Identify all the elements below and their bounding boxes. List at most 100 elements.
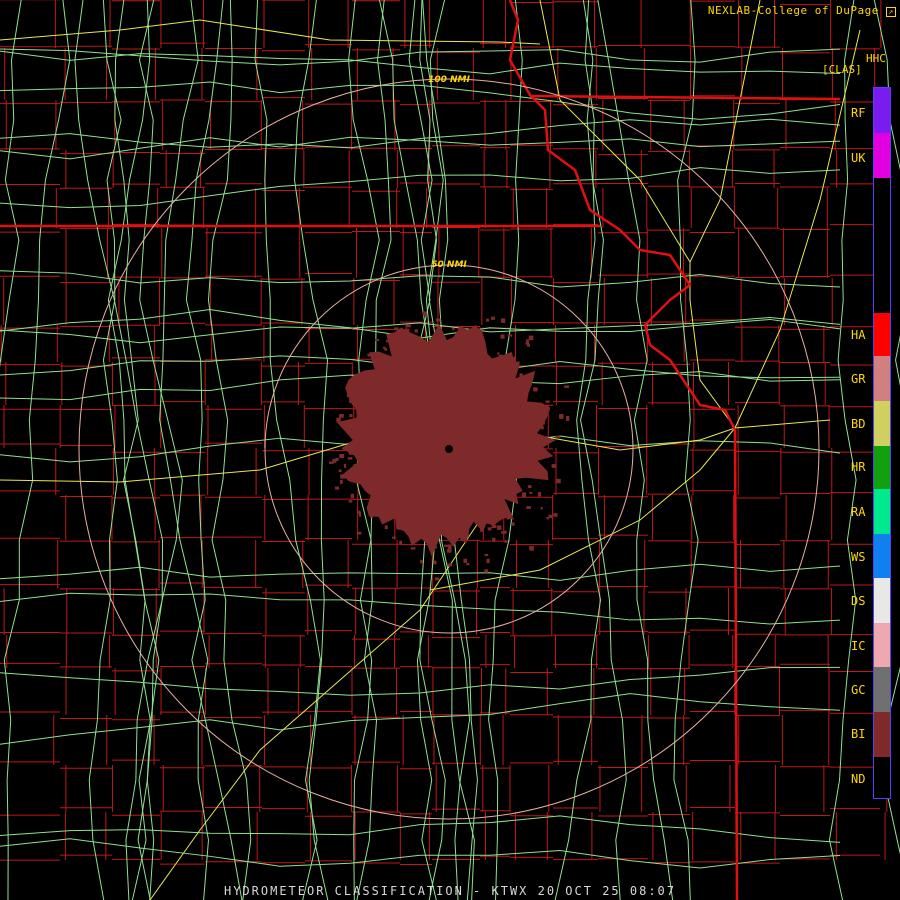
echo-speckle <box>356 531 362 535</box>
echo-speckle <box>370 511 374 515</box>
radar-map[interactable]: 50 NMI 100 NMI <box>0 0 900 900</box>
highway-top <box>0 19 541 45</box>
echo-speckle <box>375 339 380 342</box>
legend-label-ds: DS <box>851 594 866 608</box>
echo-speckle <box>381 356 386 360</box>
echo-speckle <box>394 327 399 331</box>
legend-label-hr: HR <box>851 460 866 474</box>
echo-speckle <box>500 531 504 534</box>
echo-speckle <box>444 544 449 547</box>
legend-label-ws: WS <box>851 550 866 564</box>
echo-speckle <box>542 419 545 425</box>
echo-speckle <box>433 545 437 549</box>
echo-speckle <box>464 533 469 538</box>
echo-speckle <box>497 352 500 355</box>
echo-speckle <box>513 362 518 366</box>
echo-speckle <box>538 491 542 497</box>
minor-road <box>0 666 841 696</box>
minor-road <box>828 0 857 900</box>
minor-road <box>597 0 674 900</box>
product-code: HHC <box>866 52 886 65</box>
echo-speckle <box>385 339 390 343</box>
range-ring-100-label: 100 NMI <box>428 75 470 85</box>
echo-speckle <box>410 547 416 550</box>
legend-swatch-bd <box>874 401 890 446</box>
echo-speckle <box>447 563 453 567</box>
echo-speckle <box>392 536 396 539</box>
echo-speckle <box>491 316 495 320</box>
echo-speckle <box>499 368 502 374</box>
legend-label-uk: UK <box>851 151 866 165</box>
echo-speckle <box>486 359 490 365</box>
echo-speckle <box>370 515 374 518</box>
legend-label-bi: BI <box>851 727 866 741</box>
echo-speckle <box>472 327 475 331</box>
legend-label-gc: GC <box>851 683 866 697</box>
echo-speckle <box>446 549 452 553</box>
legend-swatch-rf <box>874 88 890 133</box>
echo-speckle <box>434 341 437 346</box>
echo-speckle <box>478 341 482 347</box>
echo-speckle <box>424 341 429 346</box>
minor-road <box>3 0 71 900</box>
state-line-ne-ia <box>529 94 841 101</box>
echo-speckle <box>343 463 347 468</box>
echo-speckle <box>530 452 534 455</box>
echo-speckle <box>378 368 382 373</box>
minor-road <box>107 0 160 900</box>
echo-speckle <box>526 506 532 509</box>
echo-speckle <box>414 329 418 333</box>
echo-speckle <box>402 339 406 345</box>
echo-speckle <box>405 328 410 332</box>
legend-label-nd: ND <box>851 772 866 786</box>
legend-swatch-ha <box>874 313 890 356</box>
echo-speckle <box>353 464 358 469</box>
echo-speckle <box>480 528 484 532</box>
echo-speckle <box>528 459 532 462</box>
minor-road <box>114 0 155 900</box>
echo-speckle <box>487 527 492 531</box>
echo-speckle <box>509 379 513 384</box>
echo-speckle <box>534 438 539 441</box>
echo-speckle <box>379 373 383 378</box>
echo-speckle <box>529 546 534 551</box>
echo-speckle <box>434 577 440 581</box>
echo-speckle <box>348 500 353 503</box>
echo-speckle <box>527 343 530 347</box>
echo-speckle <box>350 476 356 482</box>
minor-road <box>0 563 841 581</box>
echo-speckle <box>504 512 508 518</box>
legend-label-ha: HA <box>851 328 866 342</box>
echo-speckle <box>367 353 371 357</box>
echo-speckle <box>527 485 532 489</box>
legend-label-rf: RF <box>851 106 866 120</box>
echo-speckle <box>540 507 543 510</box>
echo-speckle <box>491 522 495 526</box>
echo-speckle <box>358 373 364 378</box>
echo-speckle <box>420 559 423 564</box>
echo-speckle <box>346 392 350 397</box>
echo-speckle <box>486 558 490 564</box>
echo-speckle <box>492 537 496 542</box>
echo-speckle <box>417 528 423 532</box>
echo-speckle <box>388 380 392 384</box>
echo-speckle <box>535 471 540 474</box>
echo-speckle <box>504 539 507 543</box>
echo-speckle <box>399 540 403 545</box>
echo-speckle <box>511 522 515 526</box>
echo-speckle <box>347 457 353 460</box>
minor-road <box>185 0 243 900</box>
echo-speckle <box>355 433 360 439</box>
echo-speckle <box>533 449 537 454</box>
echo-speckle <box>553 513 558 517</box>
echo-speckle <box>546 517 549 520</box>
echo-speckle <box>527 413 532 416</box>
external-link-icon[interactable]: ↗ <box>886 7 896 17</box>
echo-speckle <box>339 479 343 484</box>
echo-speckle <box>339 454 345 459</box>
echo-speckle <box>367 461 372 465</box>
echo-speckle <box>349 399 353 404</box>
legend-swatch-hr <box>874 446 890 489</box>
minor-road <box>554 0 602 900</box>
minor-road <box>137 0 183 900</box>
